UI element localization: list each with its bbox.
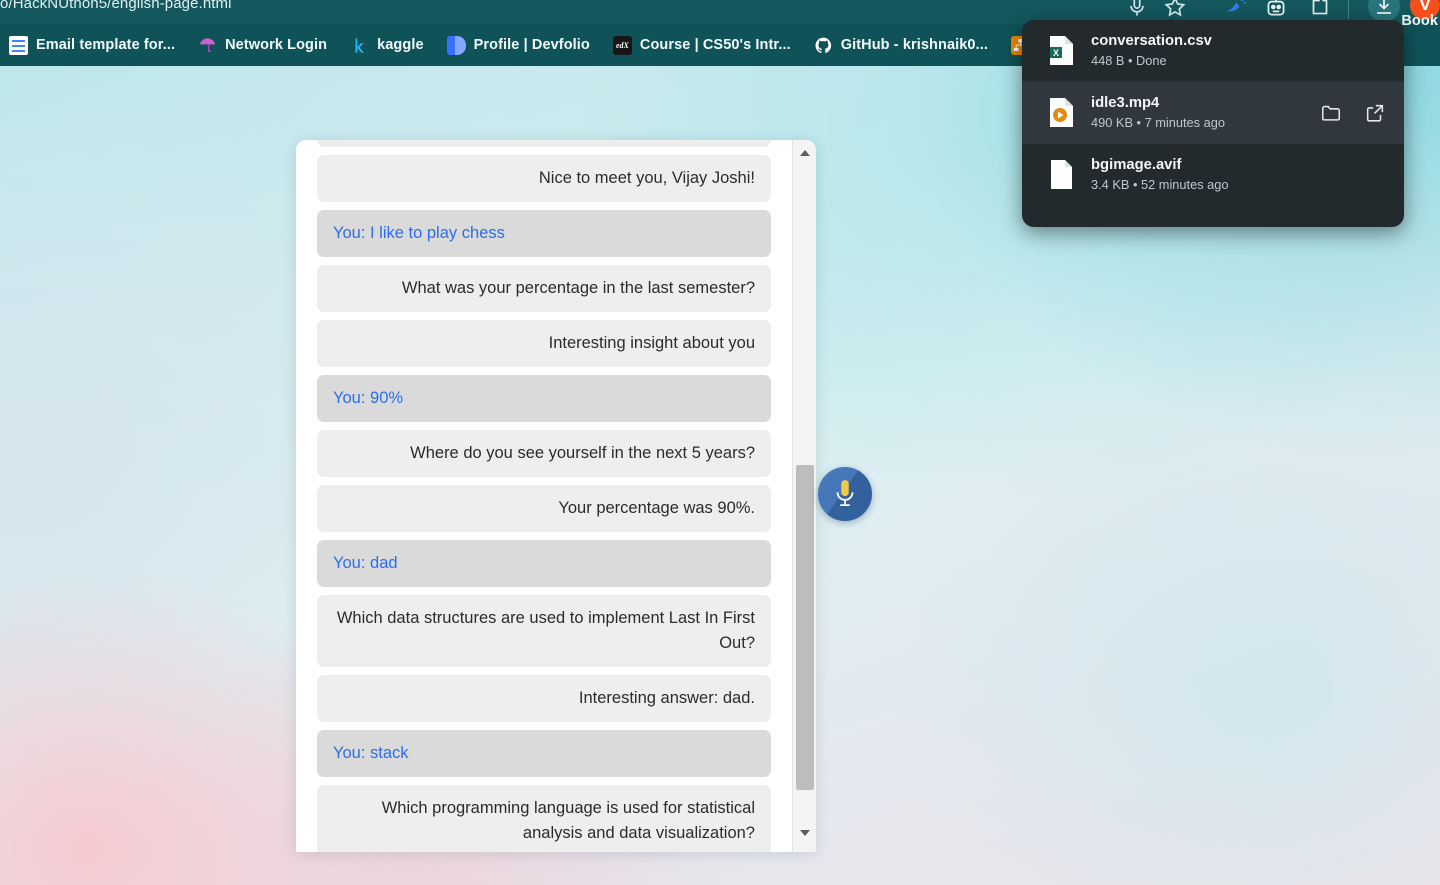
bookmark-label: Network Login [225, 37, 328, 53]
extension-blue-icon[interactable] [1222, 0, 1248, 20]
microphone-record-button[interactable] [818, 467, 872, 521]
chat-bubble-bot: Your percentage was 90%. [317, 485, 771, 532]
umbrella-icon [198, 36, 217, 55]
kaggle-icon [350, 36, 369, 55]
extensions-puzzle-icon[interactable] [1307, 0, 1333, 20]
chat-bubble-user: You: stack [317, 730, 771, 777]
download-item[interactable]: Xconversation.csv 448 B • Done [1022, 20, 1404, 81]
bookmark-item[interactable]: kaggle [341, 32, 433, 59]
bookmarks-overflow-label: Book [1401, 13, 1438, 29]
robot-extension-icon[interactable] [1263, 0, 1289, 20]
bookmark-item[interactable]: Network Login [189, 32, 336, 59]
download-item-meta: idle3.mp4 490 KB • 7 minutes ago [1091, 93, 1304, 132]
bookmark-item[interactable]: Profile | Devfolio [438, 32, 599, 59]
download-details: 490 KB • 7 minutes ago [1091, 115, 1225, 130]
download-filename: conversation.csv [1091, 33, 1212, 49]
downloads-popup: Xconversation.csv 448 B • Done idle3.mp4 49… [1022, 20, 1404, 227]
download-item[interactable]: idle3.mp4 490 KB • 7 minutes ago [1022, 82, 1404, 143]
chat-message-scroll-area[interactable]: Nice to meet you, Vijay Joshi! You: I lik… [296, 140, 792, 852]
chat-bubble-user: You: I like to play chess [317, 210, 771, 257]
csv-file-icon: X [1048, 35, 1075, 66]
microphone-icon [832, 479, 858, 509]
chat-panel: Nice to meet you, Vijay Joshi! You: I lik… [296, 140, 816, 852]
bookmark-item[interactable]: Email template for... [0, 32, 184, 59]
devfolio-icon [446, 35, 466, 55]
edx-icon: edX [612, 35, 632, 55]
download-item[interactable]: bgimage.avif 3.4 KB • 52 minutes ago [1022, 144, 1404, 205]
download-details: 3.4 KB • 52 minutes ago [1091, 177, 1229, 192]
chat-bubble-bot: Interesting insight about you [317, 320, 771, 367]
chat-bubble-bot [317, 140, 771, 147]
show-in-folder-icon[interactable] [1320, 102, 1342, 124]
chat-bubble-bot: Nice to meet you, Vijay Joshi! [317, 155, 771, 202]
generic-file-icon [1048, 159, 1075, 190]
chat-bubble-user: You: 90% [317, 375, 771, 422]
scroll-up-arrow-icon[interactable] [793, 142, 816, 164]
chat-bubble-bot: Which programming language is used for s… [317, 785, 771, 852]
bookmark-label: Email template for... [36, 37, 176, 53]
chat-bubble-bot: Which data structures are used to implem… [317, 595, 771, 667]
svg-text:X: X [1053, 48, 1059, 58]
download-filename: bgimage.avif [1091, 157, 1182, 173]
bookmark-item[interactable]: GitHub - krishnaik0... [805, 32, 997, 59]
chat-bubble-user: You: dad [317, 540, 771, 587]
chat-scrollbar[interactable] [792, 140, 816, 852]
bookmark-star-icon[interactable] [1162, 0, 1188, 20]
chat-message-list: Nice to meet you, Vijay Joshi! You: I lik… [317, 140, 771, 852]
bookmarks-overflow-item[interactable]: Book [1401, 0, 1440, 42]
chat-bubble-bot: Where do you see yourself in the next 5 … [317, 430, 771, 477]
downloads-icon[interactable] [1368, 0, 1400, 22]
address-bar-url[interactable]: o/HackNUthon5/english-page.html [0, 0, 232, 12]
google-sheets-icon [9, 35, 28, 55]
open-in-new-icon[interactable] [1364, 102, 1386, 124]
download-item-meta: conversation.csv 448 B • Done [1091, 31, 1370, 70]
chat-scrollbar-thumb[interactable] [796, 465, 814, 790]
video-file-icon [1048, 97, 1075, 128]
bookmark-item[interactable]: edX Course | CS50's Intr... [604, 32, 800, 59]
bookmark-label: Profile | Devfolio [473, 37, 590, 53]
download-details: 448 B • Done [1091, 53, 1167, 68]
download-item-actions [1320, 102, 1386, 124]
bookmark-label: kaggle [377, 37, 424, 53]
bookmark-label: Course | CS50's Intr... [639, 37, 791, 53]
mic-icon[interactable] [1124, 0, 1150, 20]
download-filename: idle3.mp4 [1091, 95, 1160, 111]
toolbar-divider [1348, 0, 1349, 19]
download-item-meta: bgimage.avif 3.4 KB • 52 minutes ago [1091, 155, 1370, 194]
bookmark-label: GitHub - krishnaik0... [840, 37, 988, 53]
scroll-down-arrow-icon[interactable] [793, 822, 816, 844]
chat-bubble-bot: Interesting answer: dad. [317, 675, 771, 722]
chat-bubble-bot: What was your percentage in the last sem… [317, 265, 771, 312]
github-icon [814, 36, 833, 55]
